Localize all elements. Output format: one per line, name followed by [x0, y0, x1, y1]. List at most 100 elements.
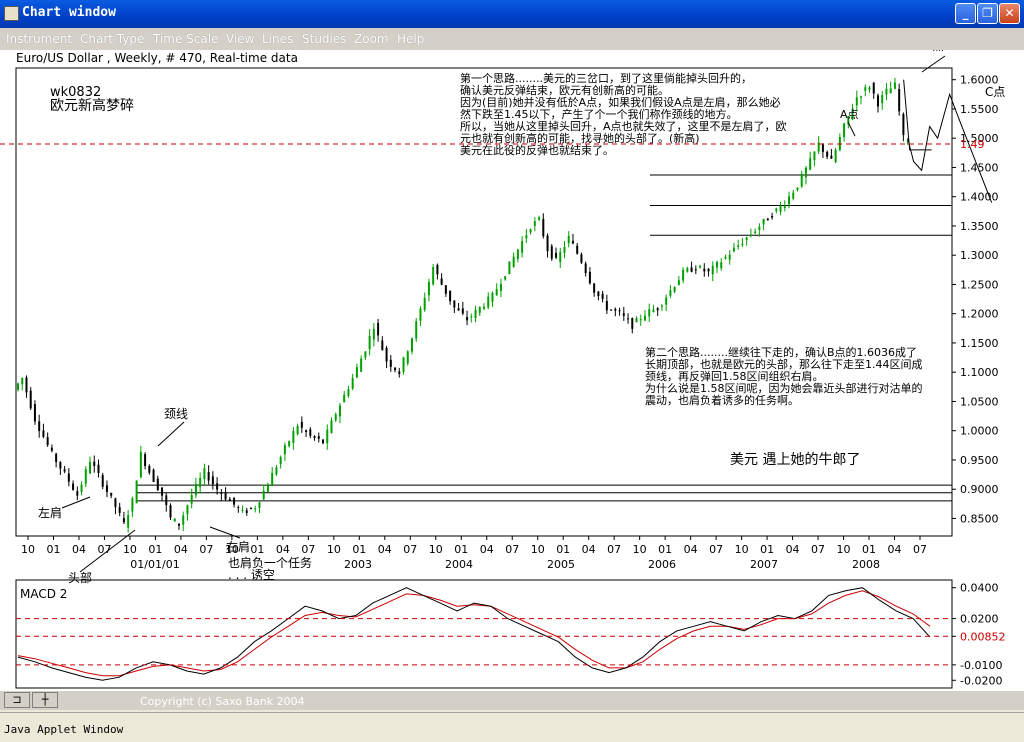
- annotation-line-1: 然下跌至1.45以下，产生了个一个我们称作颈线的地方。: [460, 107, 738, 121]
- x-tick-label: 07: [607, 543, 621, 556]
- candle-body: [322, 439, 325, 444]
- x-tick-label: 10: [633, 543, 647, 556]
- x-tick-label: 04: [174, 543, 188, 556]
- candle-body: [118, 507, 121, 513]
- b-point-label: B点: [925, 50, 944, 53]
- candle-body: [330, 420, 333, 434]
- candle-body: [826, 151, 829, 157]
- candle-body: [415, 321, 418, 339]
- minimize-button[interactable]: _: [955, 3, 976, 24]
- window-title: Chart window: [22, 5, 116, 20]
- candle-body: [754, 231, 757, 233]
- candle-body: [584, 263, 587, 274]
- candle-body: [338, 405, 341, 417]
- candle-body: [84, 469, 87, 484]
- candle-body: [305, 430, 308, 433]
- candle-body: [860, 96, 863, 98]
- menu-time-scale[interactable]: Time Scale: [153, 32, 218, 46]
- candle-body: [593, 283, 596, 293]
- menu-instrument[interactable]: Instrument: [6, 32, 72, 46]
- maximize-button[interactable]: ❐: [977, 3, 998, 24]
- candle-body: [241, 509, 244, 511]
- candle-body: [55, 453, 58, 462]
- y-tick-label: 1.0500: [960, 395, 999, 408]
- candle-body: [529, 229, 532, 233]
- menu-lines[interactable]: Lines: [262, 32, 293, 46]
- candle-body: [902, 114, 905, 135]
- candle-body: [694, 269, 697, 271]
- candle-body: [834, 149, 837, 163]
- candle-body: [673, 287, 676, 292]
- candle-body: [889, 88, 892, 94]
- y-tick-label: 1.2500: [960, 278, 999, 291]
- close-button[interactable]: ✕: [999, 3, 1020, 24]
- x-year-label: 2005: [547, 558, 575, 571]
- candle-body: [686, 268, 689, 272]
- candle-body: [783, 205, 786, 208]
- candle-body: [427, 282, 430, 296]
- candle-body: [292, 431, 295, 444]
- candle-body: [855, 97, 858, 106]
- menu-chart-type[interactable]: Chart Type: [80, 32, 144, 46]
- candle-body: [457, 308, 460, 311]
- candle-body: [67, 473, 70, 482]
- candle-body: [643, 315, 646, 321]
- candle-body: [711, 265, 714, 275]
- menu-view[interactable]: View: [226, 32, 254, 46]
- candle-body: [720, 262, 723, 269]
- candle-body: [224, 491, 227, 500]
- candle-body: [699, 265, 702, 268]
- x-tick-label: 07: [913, 543, 927, 556]
- candle-body: [618, 310, 621, 312]
- y-tick-label: 1.2000: [960, 308, 999, 321]
- x-tick-label: 10: [837, 543, 851, 556]
- candle-body: [406, 351, 409, 364]
- candle-body: [876, 95, 879, 107]
- x-year-label: 2003: [344, 558, 372, 571]
- title-bar: Chart window _ ❐ ✕: [0, 0, 1024, 28]
- candle-body: [343, 394, 346, 403]
- candle-body: [652, 309, 655, 312]
- candle-body: [821, 143, 824, 152]
- candle-body: [199, 478, 202, 488]
- macd-panel-frame: [15, 579, 953, 689]
- annotation-line-2: 第二个思路........继续往下走的，确认B点的1.6036成了: [645, 345, 917, 359]
- candle-body: [368, 335, 371, 350]
- candle-body: [559, 251, 562, 263]
- candle-body: [152, 469, 155, 483]
- candle-body: [440, 278, 443, 285]
- candle-body: [89, 461, 92, 474]
- candle-body: [59, 461, 62, 469]
- candle-body: [660, 305, 663, 307]
- candle-body: [631, 318, 634, 329]
- chart-svg: 1.60001.55001.50001.45001.40001.35001.30…: [0, 40, 1006, 689]
- candle-body: [364, 351, 367, 358]
- candle-body: [135, 480, 138, 504]
- candle-body: [105, 485, 108, 492]
- macd-tick-label: -0.0200: [960, 674, 1002, 687]
- candle-body: [466, 317, 469, 321]
- candle-body: [830, 155, 833, 159]
- candle-body: [567, 235, 570, 244]
- neckline-label: 颈线: [164, 407, 188, 421]
- pan-tool-button[interactable]: ⊐: [4, 692, 30, 708]
- candle-body: [127, 515, 130, 528]
- x-year-label: 2007: [750, 558, 778, 571]
- candle-body: [588, 271, 591, 284]
- menu-studies[interactable]: Studies: [302, 32, 347, 46]
- annotation-line-1: 元也就有创新高的可能，找寻她的头部了。(新高): [460, 131, 700, 145]
- candle-body: [614, 308, 617, 311]
- candle-body: [372, 328, 375, 340]
- x-tick-label: 01: [862, 543, 876, 556]
- candle-body: [504, 276, 507, 280]
- candle-body: [161, 487, 164, 496]
- crosshair-tool-button[interactable]: ┼: [32, 692, 58, 708]
- candle-body: [449, 290, 452, 302]
- menu-help[interactable]: Help: [397, 32, 424, 46]
- x-year-label: 2004: [445, 558, 473, 571]
- candle-body: [97, 464, 100, 474]
- menu-zoom[interactable]: Zoom: [354, 32, 389, 46]
- x-tick-label: 04: [786, 543, 800, 556]
- candle-body: [144, 454, 147, 467]
- candle-body: [76, 491, 79, 496]
